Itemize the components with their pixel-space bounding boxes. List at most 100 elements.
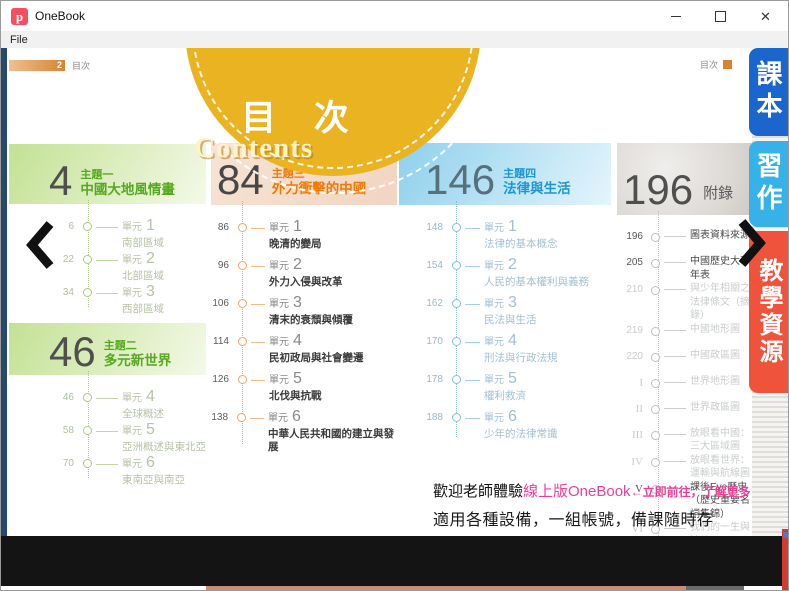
unit-text: 單元6 中華人民共和國的建立與發展 (268, 409, 397, 454)
chevron-left-icon (24, 220, 54, 270)
unit-dot (83, 288, 92, 297)
toc-unit-row[interactable]: 114單元4民初政局與社會變遷 (211, 333, 397, 371)
toc-unit-row[interactable]: 86單元1晚清的變局 (211, 219, 397, 257)
unit-page-number: 70 (9, 455, 83, 469)
unit-number: 2 (293, 257, 302, 273)
appendix-dash (664, 434, 686, 435)
unit-label: 單元1 (122, 218, 164, 234)
appendix-row[interactable]: 219中國地形圖 (617, 323, 753, 349)
toc-unit-row[interactable]: 70單元6東南亞與南亞 (9, 455, 206, 488)
unit-text: 單元4刑法與行政法規 (484, 333, 558, 365)
unit-text: 單元4全球概述 (122, 389, 164, 421)
prev-page-button[interactable] (24, 220, 54, 275)
unit-text: 單元2 北部區域 (122, 251, 164, 283)
appendix-dot (651, 353, 660, 362)
unit-word: 單元 (269, 224, 289, 234)
unit-title: 少年的法律常識 (484, 428, 558, 441)
unit-title: 南部區域 (122, 237, 164, 250)
promo-link-cta[interactable]: ←立即前往，了解更多 (631, 485, 751, 499)
appendix-page-number: I (617, 375, 651, 389)
unit-title: 東南亞與南亞 (122, 474, 185, 487)
appendix-page-number: IV (617, 454, 651, 468)
appendix-item-title: 放眼看世界：運輸與航線圖 (690, 454, 753, 481)
onebook-window: p OneBook ✕ File 目 次 Contents 2 目次 目次 4主… (0, 0, 789, 591)
appendix-row[interactable]: 205中國歷史大事年表 (617, 255, 753, 282)
unit-dash (465, 304, 480, 305)
unit-text: 單元3民法與生活 (484, 295, 537, 327)
appendix-row[interactable]: III放眼看中國：三大區域圖 (617, 427, 753, 454)
unit-number: 5 (293, 371, 302, 387)
appendix-row[interactable]: 210與少年相關之法律條文（摘錄） (617, 282, 753, 323)
unit-label: 單元6 (268, 409, 397, 425)
toc-unit-row[interactable]: 170單元4刑法與行政法規 (399, 333, 611, 371)
corner-label: 目次 (700, 58, 718, 71)
unit-label: 單元2 (122, 251, 164, 267)
toc-unit-row[interactable]: 154單元2人民的基本權利與義務 (399, 257, 611, 295)
appendix-row[interactable]: I世界地形圖 (617, 375, 753, 401)
unit-word: 單元 (269, 300, 289, 310)
page-left-edge (1, 48, 7, 536)
corner-square (723, 60, 732, 69)
toc-unit-row[interactable]: 34單元3西部區域 (9, 284, 206, 317)
unit-dot (83, 393, 92, 402)
unit-page-number: 148 (399, 219, 452, 233)
toc-unit-row[interactable]: 162單元3民法與生活 (399, 295, 611, 333)
unit-title: 全球概述 (122, 408, 164, 421)
unit-title: 中華人民共和國的建立與發展 (268, 428, 397, 454)
appendix-row[interactable]: IV 放眼看世界：運輸與航線圖 (617, 454, 753, 481)
unit-dot (238, 375, 247, 384)
minimize-button[interactable] (653, 1, 698, 31)
unit-dot (452, 299, 461, 308)
toc-unit-row[interactable]: 178單元5權利救濟 (399, 371, 611, 409)
unit-dash (251, 380, 265, 381)
unit-text: 單元5亞洲概述與東北亞 (122, 422, 206, 454)
unit-label: 單元2 (484, 257, 589, 273)
unit-word: 單元 (484, 338, 504, 348)
toc-theme-2: 46主題二多元新世界 46單元4全球概述58 單元5亞洲概述與東北亞70單元6東南亞… (9, 323, 206, 488)
theme-banner[interactable]: 146主題四法律與生活 (399, 143, 611, 205)
unit-word: 單元 (484, 224, 504, 234)
unit-number: 3 (508, 295, 517, 311)
unit-page-number: 126 (211, 371, 238, 385)
theme-banner[interactable]: 4主題一中國大地風情畫 (9, 144, 206, 204)
toc-unit-row[interactable]: 126單元5北伐與抗戰 (211, 371, 397, 409)
unit-label: 單元1 (484, 219, 558, 235)
promo-link[interactable]: 線上版OneBook (523, 483, 631, 500)
unit-page-number: 96 (211, 257, 238, 271)
maximize-button[interactable] (698, 1, 743, 31)
appendix-row[interactable]: 220中國政區圖 (617, 349, 753, 375)
toc-unit-row[interactable]: 148單元1法律的基本概念 (399, 219, 611, 257)
toc-unit-row[interactable]: 106單元3清末的衰頹與傾覆 (211, 295, 397, 333)
unit-page-number: 178 (399, 371, 452, 385)
theme-title-line2: 外力衝擊的中國 (272, 181, 367, 197)
toolbar (1, 536, 789, 586)
toc-unit-row[interactable]: 188單元6少年的法律常識 (399, 409, 611, 447)
toc-unit-row[interactable]: 138單元6中華人民共和國的建立與發展 (211, 409, 397, 454)
appendix-dash (664, 289, 686, 290)
unit-text: 單元3西部區域 (122, 284, 164, 316)
menu-file[interactable]: File (10, 34, 28, 46)
next-page-button[interactable] (738, 218, 768, 273)
unit-page-number: 58 (9, 422, 83, 436)
tab-課本[interactable]: 課本 (749, 48, 788, 136)
toc-unit-row[interactable]: 58 單元5亞洲概述與東北亞 (9, 422, 206, 455)
appendix-row[interactable]: 196圖表資料來源 (617, 229, 753, 255)
chevron-right-icon (738, 218, 768, 268)
unit-text: 單元4民初政局與社會變遷 (269, 333, 364, 365)
appendix-page-number: II (617, 401, 651, 415)
toc-unit-row[interactable]: 46單元4全球概述 (9, 389, 206, 422)
unit-dash (96, 260, 118, 261)
appendix-row[interactable]: II世界政區圖 (617, 401, 753, 427)
tab-習作[interactable]: 習作 (749, 141, 788, 227)
close-button[interactable]: ✕ (743, 1, 788, 31)
toc-unit-row[interactable]: 96單元2外力入侵與改革 (211, 257, 397, 295)
unit-title: 民初政局與社會變遷 (269, 352, 364, 365)
unit-label: 單元1 (269, 219, 322, 235)
theme-banner[interactable]: 46主題二多元新世界 (9, 323, 206, 375)
promo-text-black: 歡迎老師體驗 (433, 483, 523, 500)
unit-title: 北部區域 (122, 270, 164, 283)
unit-dash (96, 293, 118, 294)
appendix-banner[interactable]: 196附錄 (617, 143, 753, 215)
appendix-dot (651, 259, 660, 268)
unit-number: 6 (292, 409, 301, 425)
